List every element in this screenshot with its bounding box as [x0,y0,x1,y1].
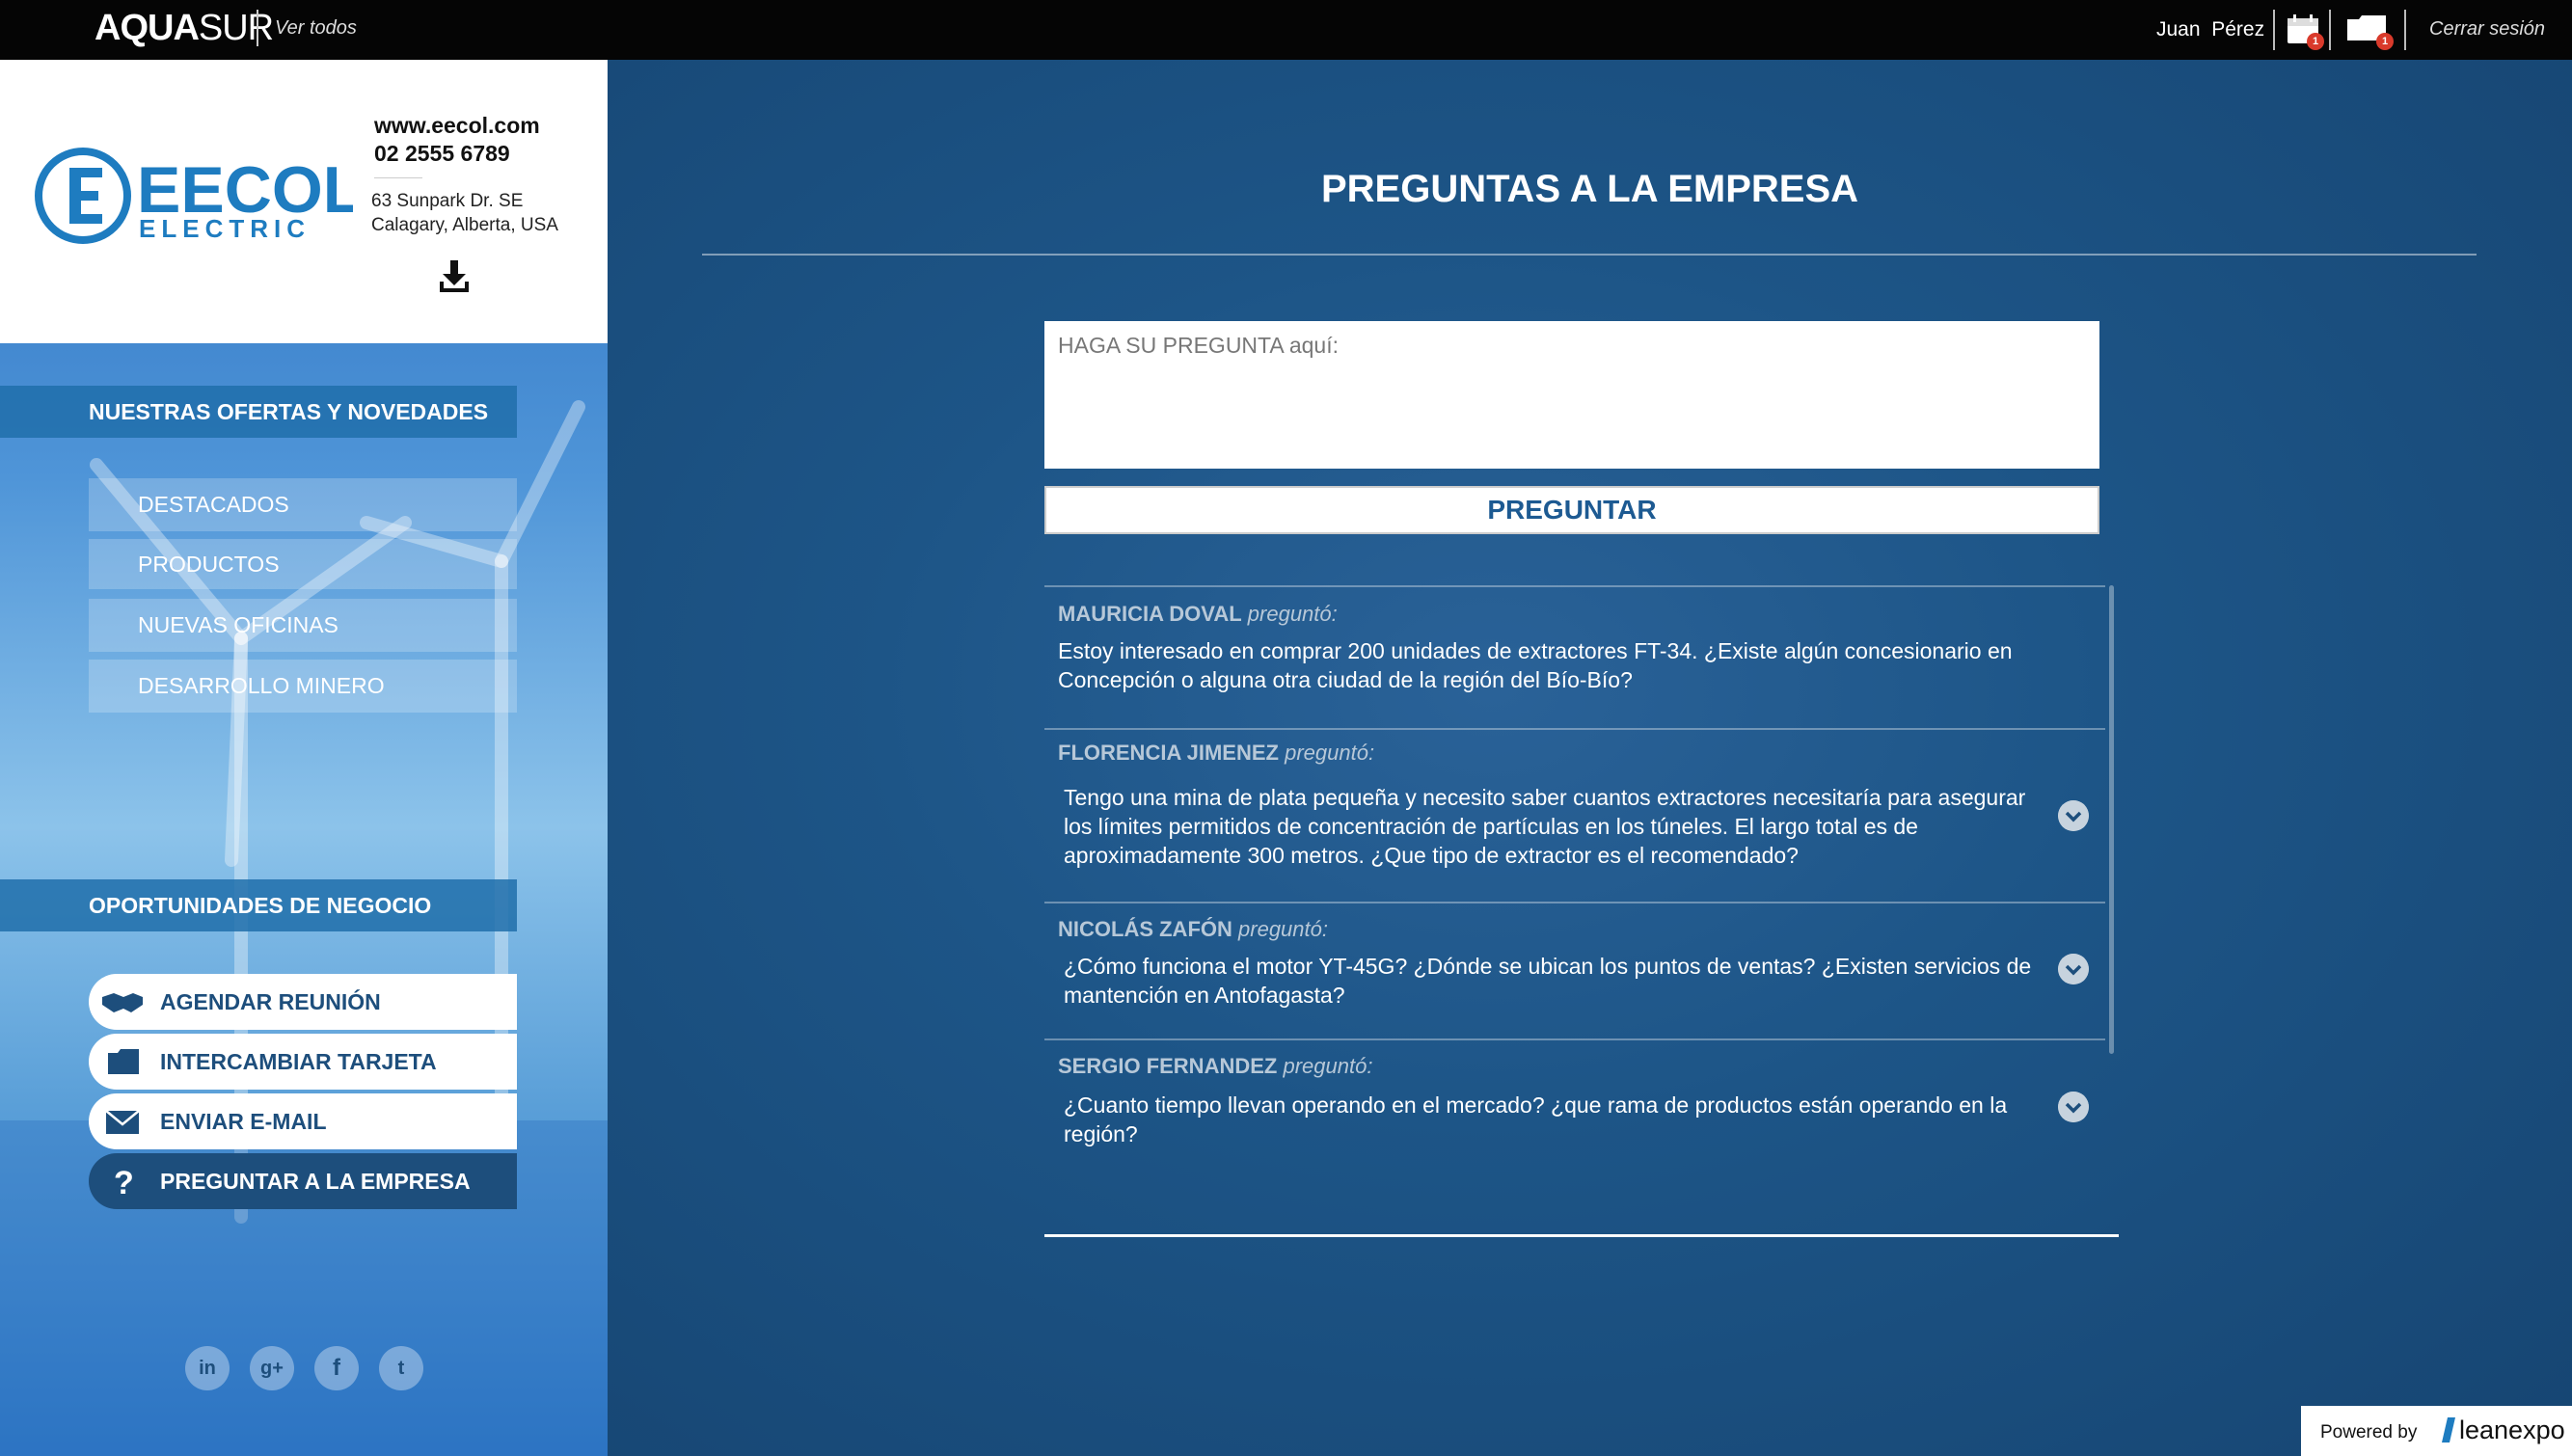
questions-scrollbar[interactable] [2109,585,2114,1054]
ask-company-button[interactable]: ? PREGUNTAR A LA EMPRESA [89,1153,517,1209]
main-panel: PREGUNTAS A LA EMPRESA PREGUNTAR MAURICI… [608,60,2572,1456]
handshake-icon [102,993,143,1012]
list-item: MAURICIA DOVAL preguntó: Estoy interesad… [1044,585,2105,728]
chevron-down-icon[interactable] [2058,800,2089,831]
twitter-icon[interactable]: t [379,1346,423,1390]
linkedin-icon[interactable]: in [185,1346,230,1390]
view-all-link[interactable]: Ver todos [275,17,357,40]
list-item: FLORENCIA JIMENEZ preguntó: Tengo una mi… [1044,728,2105,902]
top-bar: AQUASUR Ver todos Juan Pérez 1 1 Cerrar … [0,0,2572,60]
google-plus-icon[interactable]: g+ [250,1346,294,1390]
divider [2329,10,2331,50]
questions-list[interactable]: MAURICIA DOVAL preguntó: Estoy interesad… [1044,585,2119,1238]
company-website[interactable]: www.eecol.com [374,113,540,139]
ask-company-label: PREGUNTAR A LA EMPRESA [160,1169,471,1194]
chevron-down-icon[interactable] [2058,954,2089,984]
leanexpo-logo: leanexpo [2442,1416,2565,1445]
question-text: ¿Cuanto tiempo llevan operando en el mer… [1064,1092,2008,1146]
question-author: NICOLÁS ZAFÓN preguntó: [1058,917,1328,941]
powered-by-badge[interactable]: Powered by leanexpo [2301,1406,2572,1456]
svg-text:?: ? [114,1167,134,1196]
menu-item-desarrollo-minero[interactable]: DESARROLLO MINERO [89,660,517,713]
question-text: Tengo una mina de plata pequeña y necesi… [1064,785,2026,868]
logout-link[interactable]: Cerrar sesión [2429,18,2545,40]
question-text: Estoy interesado en comprar 200 unidades… [1058,638,2013,692]
list-end-divider [1044,1234,2119,1237]
calendar-badge: 1 [2307,33,2324,50]
card-icon [108,1049,139,1074]
divider [2273,10,2275,50]
menu-item-destacados[interactable]: DESTACADOS [89,478,517,531]
company-address-line2: Calagary, Alberta, USA [371,215,558,235]
question-author: MAURICIA DOVAL preguntó: [1058,602,1338,626]
ask-button[interactable]: PREGUNTAR [1044,486,2099,534]
leanexpo-mark-icon [2442,1417,2455,1443]
question-text: ¿Cómo funciona el motor YT-45G? ¿Dónde s… [1064,954,2032,1008]
powered-by-label: Powered by [2320,1422,2418,1443]
company-card: EECOL ELECTRIC www.eecol.com 02 2555 678… [0,60,608,343]
send-email-label: ENVIAR E-MAIL [160,1109,327,1134]
page-title: PREGUNTAS A LA EMPRESA [1320,168,1859,210]
exchange-card-label: INTERCAMBIAR TARJETA [160,1049,437,1074]
schedule-meeting-label: AGENDAR REUNIÓN [160,989,381,1014]
folder-icon[interactable]: 1 [2345,13,2394,50]
send-email-button[interactable]: ENVIAR E-MAIL [89,1093,517,1149]
list-item: SERGIO FERNANDEZ preguntó: ¿Cuanto tiemp… [1044,1038,2105,1173]
chevron-down-icon[interactable] [2058,1092,2089,1122]
facebook-icon[interactable]: f [314,1346,359,1390]
divider [2404,10,2406,50]
question-author: FLORENCIA JIMENEZ preguntó: [1058,741,1375,765]
divider [374,177,422,178]
exchange-card-button[interactable]: INTERCAMBIAR TARJETA [89,1034,517,1090]
company-phone: 02 2555 6789 [374,141,510,166]
schedule-meeting-button[interactable]: AGENDAR REUNIÓN [89,974,517,1030]
calendar-icon[interactable]: 1 [2286,13,2324,50]
menu-item-nuevas-oficinas[interactable]: NUEVAS OFICINAS [89,599,517,652]
logo-sub-text: ELECTRIC [139,214,311,243]
business-section-title: OPORTUNIDADES DE NEGOCIO [0,879,517,931]
envelope-icon [105,1110,140,1134]
download-icon[interactable] [438,258,471,293]
question-icon: ? [114,1167,134,1196]
company-address-line1: 63 Sunpark Dr. SE [371,191,524,211]
question-input[interactable] [1044,321,2099,469]
brand-divider [257,10,258,46]
question-author: SERGIO FERNANDEZ preguntó: [1058,1054,1373,1078]
offers-section-title: NUESTRAS OFERTAS Y NOVEDADES [0,386,517,438]
list-item: NICOLÁS ZAFÓN preguntó: ¿Cómo funciona e… [1044,902,2105,1038]
aquasur-logo[interactable]: AQUASUR [95,8,274,49]
title-divider [702,254,2477,256]
user-name[interactable]: Juan Pérez [2156,18,2264,41]
card-badge: 1 [2376,33,2394,50]
menu-item-productos[interactable]: PRODUCTOS [89,539,517,589]
sidebar: EECOL ELECTRIC www.eecol.com 02 2555 678… [0,60,608,1456]
eecol-logo[interactable]: EECOL ELECTRIC [35,143,353,249]
